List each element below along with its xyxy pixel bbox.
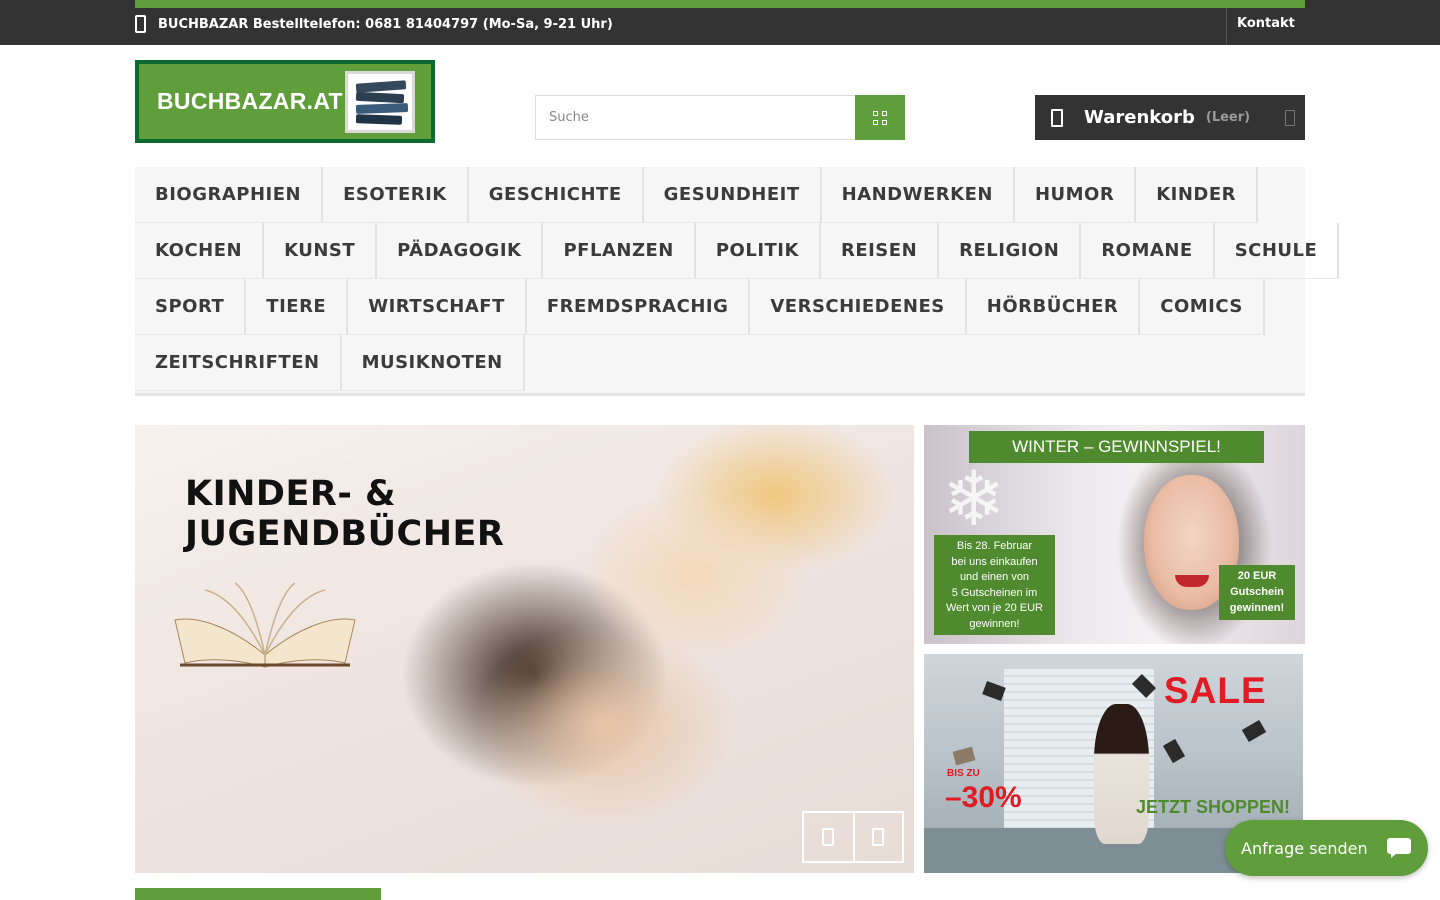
- phone-icon: [135, 15, 146, 33]
- winter-banner-heading: WINTER – GEWINNSPIEL!: [969, 431, 1264, 463]
- phone-text: BUCHBAZAR Bestelltelefon: 0681 81404797 …: [158, 16, 613, 32]
- section-heading-bar: [135, 888, 381, 900]
- menu-item-biographien[interactable]: BIOGRAPHIEN: [135, 167, 324, 223]
- winter-banner-prize: 20 EUR Gutschein gewinnen!: [1219, 565, 1295, 620]
- menu-item-comics[interactable]: COMICS: [1140, 279, 1265, 335]
- hero-slider[interactable]: KINDER- & JUGENDBÜCHER: [135, 425, 914, 873]
- menu-item-musiknoten[interactable]: MUSIKNOTEN: [341, 335, 525, 391]
- hero-title: KINDER- & JUGENDBÜCHER: [185, 474, 504, 554]
- note-line: und einen von: [959, 571, 1030, 584]
- cart-dropdown-icon: [1285, 110, 1295, 126]
- search-icon: [873, 110, 887, 125]
- top-accent-stripe: [135, 0, 1305, 8]
- menu-item-tiere[interactable]: TIERE: [246, 279, 349, 335]
- menu-item-hoerbuecher[interactable]: HÖRBÜCHER: [966, 279, 1141, 335]
- sale-heading: SALE: [1164, 670, 1267, 711]
- note-line: 5 Gutscheinen im: [951, 586, 1038, 599]
- menu-item-fremdsprachig[interactable]: FREMDSPRACHIG: [526, 279, 751, 335]
- flying-book-icon: [1162, 738, 1186, 764]
- category-menu: BIOGRAPHIEN ESOTERIK GESCHICHTE GESUNDHE…: [135, 167, 1340, 396]
- logo-panel: BUCHBAZAR.AT: [139, 64, 431, 139]
- menu-item-sport[interactable]: SPORT: [135, 279, 247, 335]
- menu-item-paedagogik[interactable]: PÄDAGOGIK: [377, 223, 544, 279]
- menu-item-humor[interactable]: HUMOR: [1014, 167, 1137, 223]
- menu-row: BIOGRAPHIEN ESOTERIK GESCHICHTE GESUNDHE…: [135, 167, 1259, 223]
- chevron-left-icon: [822, 828, 835, 846]
- chat-bubble-icon: [1387, 838, 1411, 858]
- menu-item-kunst[interactable]: KUNST: [264, 223, 378, 279]
- phone-info: BUCHBAZAR Bestelltelefon: 0681 81404797 …: [135, 14, 613, 34]
- chat-label: Anfrage senden: [1241, 838, 1368, 858]
- cart-button[interactable]: Warenkorb (Leer): [1035, 95, 1305, 140]
- menu-row: KOCHEN KUNST PÄDAGOGIK PFLANZEN POLITIK …: [135, 223, 1340, 279]
- winter-contest-banner[interactable]: ❄ WINTER – GEWINNSPIEL! Bis 28. Februar …: [924, 425, 1305, 644]
- books-icon: [345, 70, 415, 133]
- note-line: Wert von je 20 EUR: [945, 602, 1043, 615]
- cart-count: (Leer): [1205, 110, 1251, 125]
- cart-icon: [1051, 108, 1063, 127]
- note-line: gewinnen!: [969, 617, 1020, 630]
- menu-item-schule[interactable]: SCHULE: [1214, 223, 1340, 279]
- prize-line: gewinnen!: [1229, 602, 1285, 614]
- flying-book-icon: [952, 746, 976, 766]
- menu-item-pflanzen[interactable]: PFLANZEN: [543, 223, 696, 279]
- menu-item-reisen[interactable]: REISEN: [820, 223, 940, 279]
- menu-item-religion[interactable]: RELIGION: [939, 223, 1082, 279]
- top-bar: BUCHBAZAR Bestelltelefon: 0681 81404797 …: [0, 0, 1440, 45]
- person-figure: [1094, 704, 1149, 844]
- menu-item-verschiedenes[interactable]: VERSCHIEDENES: [750, 279, 967, 335]
- search-button[interactable]: [855, 95, 905, 140]
- site-logo[interactable]: BUCHBAZAR.AT: [135, 60, 435, 143]
- logo-text: BUCHBAZAR.AT: [157, 88, 343, 114]
- sale-cta: JETZT SHOPPEN!: [1136, 797, 1291, 817]
- menu-item-wirtschaft[interactable]: WIRTSCHAFT: [348, 279, 527, 335]
- prize-line: 20 EUR: [1237, 570, 1277, 582]
- menu-item-zeitschriften[interactable]: ZEITSCHRIFTEN: [135, 335, 342, 391]
- sale-percent: –30%: [945, 781, 1022, 814]
- slider-controls: [802, 811, 904, 863]
- chat-widget-button[interactable]: Anfrage senden: [1225, 820, 1428, 876]
- open-book-icon: [174, 582, 356, 668]
- chevron-right-icon: [872, 828, 885, 846]
- menu-item-handwerken[interactable]: HANDWERKEN: [821, 167, 1015, 223]
- slider-prev-button[interactable]: [804, 813, 853, 861]
- sale-prefix: BIS ZU: [947, 768, 980, 779]
- prize-line: Gutschein: [1230, 586, 1284, 598]
- menu-item-geschichte[interactable]: GESCHICHTE: [468, 167, 644, 223]
- menu-item-esoterik[interactable]: ESOTERIK: [323, 167, 469, 223]
- cart-label: Warenkorb: [1084, 107, 1195, 128]
- topbar-divider: [1226, 8, 1227, 45]
- menu-row: ZEITSCHRIFTEN MUSIKNOTEN: [135, 335, 525, 391]
- search-bar: [535, 95, 905, 140]
- menu-item-politik[interactable]: POLITIK: [695, 223, 821, 279]
- flying-book-icon: [1241, 719, 1267, 743]
- menu-item-kinder[interactable]: KINDER: [1136, 167, 1259, 223]
- winter-banner-note: Bis 28. Februar bei uns einkaufen und ei…: [934, 535, 1055, 635]
- snowflake-icon: ❄: [942, 454, 1006, 543]
- hero-title-line: JUGENDBÜCHER: [185, 514, 505, 554]
- search-input[interactable]: [535, 95, 855, 140]
- hero-title-line: KINDER- &: [185, 474, 397, 514]
- slider-next-button[interactable]: [852, 813, 902, 861]
- menu-item-gesundheit[interactable]: GESUNDHEIT: [643, 167, 822, 223]
- contact-link[interactable]: Kontakt: [1237, 16, 1295, 31]
- menu-item-romane[interactable]: ROMANE: [1081, 223, 1215, 279]
- note-line: Bis 28. Februar: [956, 540, 1033, 552]
- note-line: bei uns einkaufen: [951, 555, 1038, 568]
- menu-row: SPORT TIERE WIRTSCHAFT FREMDSPRACHIG VER…: [135, 279, 1265, 335]
- menu-item-kochen[interactable]: KOCHEN: [135, 223, 265, 279]
- flying-book-icon: [982, 681, 1006, 701]
